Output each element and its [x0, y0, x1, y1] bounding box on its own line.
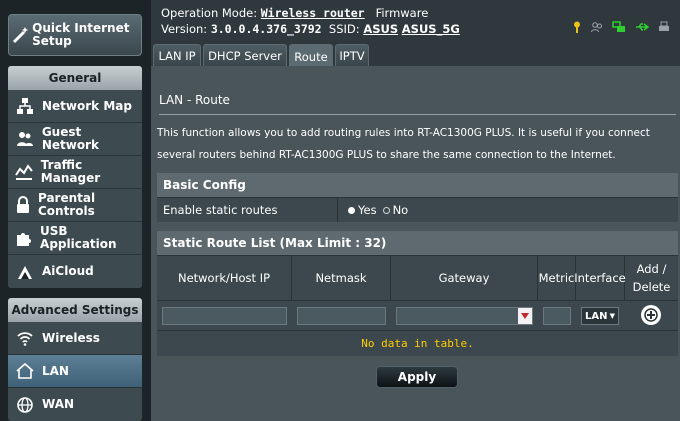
sidebar-item-parental-controls[interactable]: Parental Controls: [8, 189, 142, 222]
sidebar-item-traffic-manager[interactable]: Traffic Manager: [8, 156, 142, 189]
ssid-label: SSID:: [328, 22, 360, 36]
gateway-input[interactable]: [396, 307, 533, 325]
ssid-link-5g[interactable]: ASUS_5G: [402, 22, 460, 36]
advanced-settings-title: Advanced Settings: [8, 298, 142, 322]
netmask-input[interactable]: [297, 307, 386, 325]
column-header-add-delete: Add / Delete: [632, 262, 671, 294]
quick-internet-setup-label: Quick Internet Setup: [32, 21, 130, 48]
page-title: LAN - Route: [159, 93, 230, 107]
op-mode-link[interactable]: Wireless router: [261, 6, 365, 20]
radio-yes[interactable]: Yes: [348, 203, 377, 217]
wand-icon: [9, 25, 32, 45]
general-section: General Network Map Guest Network Traffi…: [8, 66, 142, 288]
advanced-settings-section: Advanced Settings Wireless LAN WAN: [8, 298, 142, 421]
sidebar-item-label: LAN: [42, 363, 69, 378]
radio-no[interactable]: No: [382, 203, 409, 217]
sidebar-item-label: Parental Controls: [37, 191, 96, 218]
basic-config-title: Basic Config: [157, 173, 678, 197]
radio-no-label: No: [392, 203, 409, 217]
guest-network-icon: [8, 130, 42, 148]
version-line: Version: 3.0.0.4.376_3792 SSID: ASUS ASU…: [161, 22, 460, 36]
sidebar-item-label: USB Application: [40, 224, 117, 251]
main-content: LAN - Route This function allows you to …: [151, 66, 680, 421]
tab-iptv[interactable]: IPTV: [335, 44, 369, 66]
printer-icon[interactable]: [658, 18, 670, 37]
sidebar-item-usb-application[interactable]: USB Application: [8, 222, 142, 255]
metric-input[interactable]: [543, 307, 571, 325]
tab-route[interactable]: Route: [289, 44, 333, 68]
network-status-icon[interactable]: [612, 18, 626, 37]
column-header-interface: Interface: [574, 256, 626, 300]
radio-selected-indicator: [348, 207, 355, 214]
header: Operation Mode: Wireless router Firmware…: [151, 0, 680, 44]
home-icon: [8, 362, 42, 380]
plus-circle-icon: [644, 308, 658, 322]
users-icon[interactable]: [591, 18, 603, 37]
usb-icon[interactable]: [635, 18, 650, 37]
page-description: This function allows you to add routing …: [157, 127, 650, 161]
firmware-label: Firmware: [375, 6, 429, 20]
globe-icon: [8, 396, 42, 414]
key-icon[interactable]: [572, 18, 582, 37]
network-map-icon: [8, 97, 42, 115]
status-icons: [572, 18, 670, 37]
cloud-icon: [8, 263, 42, 281]
static-route-list-title: Static Route List (Max Limit : 32): [157, 231, 678, 255]
operation-mode-line: Operation Mode: Wireless router Firmware: [161, 6, 428, 20]
radio-unselected-indicator: [382, 207, 390, 214]
static-route-input-row: LAN ▼: [157, 300, 678, 330]
version-label: Version:: [161, 22, 208, 36]
sidebar-item-lan[interactable]: LAN: [8, 355, 142, 388]
column-header-metric: Metric: [538, 256, 576, 300]
enable-static-routes-row: Enable static routes Yes No: [157, 197, 678, 222]
tab-dhcp-server[interactable]: DHCP Server: [203, 44, 287, 66]
sidebar: Quick Internet Setup General Network Map…: [0, 0, 151, 421]
enable-static-routes-radios: Yes No: [348, 198, 408, 222]
sidebar-item-label: Guest Network: [41, 125, 99, 152]
interface-select[interactable]: LAN ▼: [581, 307, 619, 325]
enable-static-routes-label: Enable static routes: [157, 198, 338, 222]
network-host-ip-input[interactable]: [162, 307, 287, 325]
sidebar-item-wireless[interactable]: Wireless: [8, 322, 142, 355]
divider: [159, 114, 676, 115]
tab-lan-ip[interactable]: LAN IP: [153, 44, 201, 66]
apply-button[interactable]: Apply: [376, 366, 458, 388]
sidebar-item-label: AiCloud: [42, 264, 94, 278]
op-mode-label: Operation Mode:: [161, 6, 258, 20]
no-data-row: No data in table.: [157, 330, 678, 356]
general-title: General: [8, 66, 142, 90]
column-header-netmask: Netmask: [292, 256, 391, 300]
quick-internet-setup-button[interactable]: Quick Internet Setup: [8, 14, 142, 56]
puzzle-icon: [8, 229, 40, 247]
lock-icon: [8, 196, 38, 214]
tab-bar: LAN IP DHCP Server Route IPTV: [151, 44, 680, 68]
traffic-manager-icon: [8, 163, 41, 181]
column-header-gateway: Gateway: [391, 256, 538, 300]
interface-select-value: LAN: [585, 310, 608, 322]
radio-yes-label: Yes: [358, 203, 377, 217]
sidebar-item-label: Wireless: [42, 330, 100, 345]
ssid-link-24g[interactable]: ASUS: [363, 22, 398, 36]
sidebar-item-label: Network Map: [42, 98, 132, 113]
add-route-button[interactable]: [641, 305, 661, 325]
version-value: 3.0.0.4.376_3792: [210, 22, 322, 36]
chevron-down-icon: ▼: [609, 312, 615, 320]
sidebar-item-label: Traffic Manager: [40, 158, 101, 185]
no-data-message: No data in table.: [361, 337, 474, 350]
sidebar-item-aicloud[interactable]: AiCloud: [8, 255, 142, 288]
wifi-icon: [8, 329, 42, 347]
static-route-header-row: Network/Host IP Netmask Gateway Metric I…: [157, 255, 678, 300]
gateway-dropdown-arrow-icon[interactable]: [518, 308, 532, 324]
column-header-network-host-ip: Network/Host IP: [157, 256, 292, 300]
sidebar-item-network-map[interactable]: Network Map: [8, 90, 142, 123]
sidebar-item-guest-network[interactable]: Guest Network: [8, 123, 142, 156]
sidebar-item-wan[interactable]: WAN: [8, 388, 142, 421]
sidebar-item-label: WAN: [42, 397, 75, 411]
